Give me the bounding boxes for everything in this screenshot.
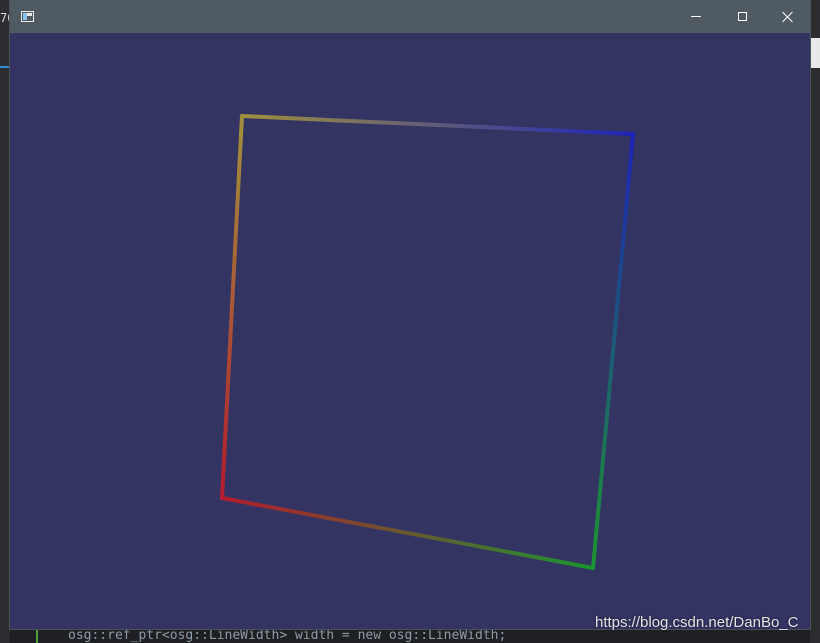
quad-edge-bottom	[220, 496, 595, 570]
render-viewport[interactable]	[10, 33, 810, 629]
background-right-panel	[810, 0, 820, 643]
background-code-text: osg::ref_ptr<osg::LineWidth> width = new…	[68, 628, 507, 643]
close-button[interactable]	[765, 0, 811, 33]
maximize-button[interactable]	[719, 0, 765, 33]
quad-edge-right	[591, 132, 635, 570]
background-line-number: 76	[0, 11, 10, 25]
app-window-icon	[21, 11, 34, 22]
watermark-text: https://blog.csdn.net/DanBo_C	[595, 614, 799, 631]
app-window	[10, 0, 810, 629]
background-left-panel	[0, 0, 10, 643]
minimize-button[interactable]	[673, 0, 719, 33]
minimize-icon	[691, 16, 701, 17]
quad-edge-left	[220, 114, 244, 500]
scene-canvas	[220, 114, 635, 570]
background-right-tab[interactable]	[810, 38, 820, 68]
title-bar[interactable]	[10, 0, 810, 33]
quad-edge-top	[240, 114, 635, 136]
background-left-tab[interactable]	[0, 38, 9, 68]
maximize-icon	[737, 12, 747, 21]
close-icon	[782, 11, 794, 23]
